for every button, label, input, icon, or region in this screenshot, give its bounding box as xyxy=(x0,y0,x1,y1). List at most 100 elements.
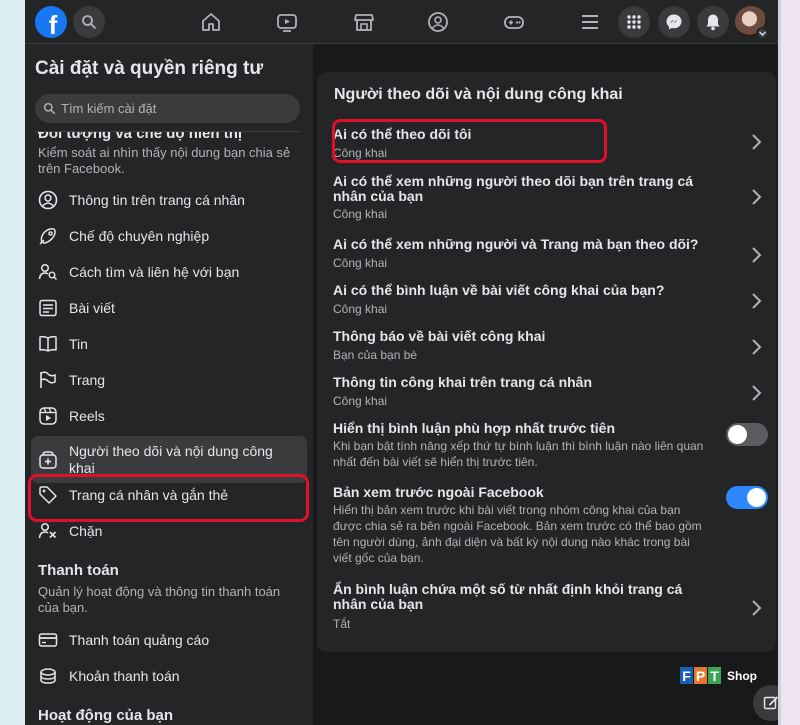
highlight-box-sidebar xyxy=(28,474,309,522)
gaming-icon xyxy=(504,16,524,29)
notifications-button[interactable] xyxy=(697,6,729,38)
posts-icon xyxy=(37,297,59,319)
setting-description: Hiển thị bản xem trước khi bài viết tron… xyxy=(333,503,702,565)
sidebar-item-label: Chế độ chuyên nghiệp xyxy=(69,227,210,244)
highlight-box-who-can-follow xyxy=(332,119,607,163)
reels-icon xyxy=(37,405,59,427)
sidebar-item-ad-payments[interactable]: Thanh toán quảng cáo xyxy=(31,623,307,657)
sidebar-item-label: Tin xyxy=(69,335,88,352)
setting-title: Bản xem trước ngoài Facebook xyxy=(333,484,544,500)
sidebar-item-find-contact[interactable]: Cách tìm và liên hệ với bạn xyxy=(31,255,307,289)
sidebar-item-pages[interactable]: Trang xyxy=(31,363,307,397)
settings-sidebar: Cài đặt và quyền riêng tư Đối tượng và c… xyxy=(25,44,313,725)
sidebar-title: Cài đặt và quyền riêng tư xyxy=(35,58,264,79)
section-heading-audience: Đối tượng và chế độ hiển thị xyxy=(38,132,243,142)
chevron-right-icon xyxy=(752,339,762,355)
setting-row-following-visibility[interactable]: Ai có thể xem những người và Trang mà bạ… xyxy=(317,234,776,274)
setting-value: Công khai xyxy=(333,302,388,316)
account-menu-badge[interactable] xyxy=(756,27,769,40)
setting-value: Tắt xyxy=(333,617,351,631)
toggle-switch-most-relevant[interactable] xyxy=(726,423,768,446)
sidebar-item-posts[interactable]: Bài viết xyxy=(31,291,307,325)
setting-value: Công khai xyxy=(333,207,388,221)
apps-button[interactable] xyxy=(618,6,650,38)
sidebar-item-label: Thanh toán quảng cáo xyxy=(69,631,210,648)
main-content: Người theo dõi và nội dung công khai Ai … xyxy=(313,44,778,725)
sidebar-item-label: Người theo dõi và nội dung công khai xyxy=(69,442,273,476)
messenger-icon xyxy=(666,14,682,30)
chevron-right-icon xyxy=(752,293,762,309)
sidebar-item-label: Cách tìm và liên hệ với bạn xyxy=(69,263,240,280)
section-description-payments: Quản lý hoạt động và thông tin thanh toá… xyxy=(38,584,281,615)
person-search-icon xyxy=(37,261,59,283)
stories-icon xyxy=(37,333,59,355)
payouts-icon xyxy=(37,665,59,687)
setting-value: Công khai xyxy=(333,394,388,408)
home-tab[interactable] xyxy=(197,8,225,36)
section-heading-payments: Thanh toán xyxy=(38,562,119,579)
panel-title: Người theo dõi và nội dung công khai xyxy=(334,86,623,103)
apps-grid-icon xyxy=(627,15,641,29)
professional-mode-icon xyxy=(37,225,59,247)
setting-title: Ai có thể bình luận về bài viết công kha… xyxy=(333,282,665,298)
chevron-right-icon xyxy=(752,247,762,263)
messenger-button[interactable] xyxy=(658,6,690,38)
sidebar-item-professional-mode[interactable]: Chế độ chuyên nghiệp xyxy=(31,219,307,253)
logo-letter: f xyxy=(48,10,58,38)
setting-title: Thông tin công khai trên trang cá nhân xyxy=(333,374,593,390)
setting-row-hide-comments-words[interactable]: Ẩn bình luận chứa một số từ nhất định kh… xyxy=(317,579,776,635)
sidebar-item-label: Reels xyxy=(69,407,105,424)
chevron-right-icon xyxy=(752,189,762,205)
page-scrollbar[interactable] xyxy=(778,0,781,725)
followers-public-icon xyxy=(37,449,59,471)
marketplace-icon xyxy=(354,14,374,31)
sidebar-item-payouts[interactable]: Khoản thanh toán xyxy=(31,659,307,693)
sidebar-item-profile-info[interactable]: Thông tin trên trang cá nhân xyxy=(31,183,307,217)
chevron-right-icon xyxy=(752,385,762,401)
top-navigation-bar: f xyxy=(25,0,778,44)
search-input[interactable] xyxy=(61,101,281,116)
search-button[interactable] xyxy=(73,6,105,38)
home-icon xyxy=(202,13,220,31)
new-message-button[interactable] xyxy=(753,685,778,721)
sidebar-item-stories[interactable]: Tin xyxy=(31,327,307,361)
menu-button[interactable] xyxy=(576,8,604,36)
watermark-letter: T xyxy=(708,667,721,684)
toggle-knob xyxy=(728,425,747,444)
menu-lines-icon xyxy=(582,15,598,29)
ad-payments-icon xyxy=(37,629,59,651)
sidebar-scroll-area[interactable]: Đối tượng và chế độ hiển thị Kiểm soát a… xyxy=(25,132,313,725)
notifications-icon xyxy=(706,14,720,31)
setting-title: Ai có thể xem những người và Trang mà bạ… xyxy=(333,236,699,252)
profile-icon xyxy=(37,189,59,211)
search-icon xyxy=(43,102,56,115)
settings-search[interactable] xyxy=(35,94,300,123)
watermark-letter: P xyxy=(694,667,707,684)
chevron-right-icon xyxy=(752,134,762,150)
section-heading-activity: Hoạt động của bạn xyxy=(38,707,173,724)
sidebar-item-label: Thông tin trên trang cá nhân xyxy=(69,191,245,208)
setting-row-followers-visibility[interactable]: Ai có thể xem những người theo dõi bạn t… xyxy=(317,172,776,224)
watch-tab[interactable] xyxy=(273,8,301,36)
sidebar-item-label: Bài viết xyxy=(69,299,115,316)
setting-row-most-relevant-comments: Hiển thị bình luận phù hợp nhất trước ti… xyxy=(317,418,776,474)
sidebar-item-reels[interactable]: Reels xyxy=(31,399,307,433)
setting-title: Thông báo về bài viết công khai xyxy=(333,328,546,344)
groups-tab[interactable] xyxy=(424,8,452,36)
setting-row-public-post-notifications[interactable]: Thông báo về bài viết công khai Bạn của … xyxy=(317,326,776,366)
setting-title: Ai có thể xem những người theo dõi bạn t… xyxy=(333,173,694,204)
chevron-down-icon xyxy=(759,31,766,36)
toggle-switch-off-facebook-preview[interactable] xyxy=(726,486,768,509)
setting-row-public-profile-info[interactable]: Thông tin công khai trên trang cá nhân C… xyxy=(317,372,776,412)
sidebar-item-label: Chặn xyxy=(69,522,103,539)
watermark-letter: F xyxy=(680,667,693,684)
facebook-settings-window: f Cài đặt và quyền riêng tư Tìm kiếm cài… xyxy=(25,0,778,725)
setting-title: Ẩn bình luận chứa một số từ nhất định kh… xyxy=(333,581,683,612)
marketplace-tab[interactable] xyxy=(350,8,378,36)
followers-settings-panel: Người theo dõi và nội dung công khai Ai … xyxy=(317,72,776,652)
section-description-audience: Kiểm soát ai nhìn thấy nội dung bạn chia… xyxy=(38,145,291,176)
watermark-shop: Shop xyxy=(727,668,757,683)
setting-row-public-post-comments[interactable]: Ai có thể bình luận về bài viết công kha… xyxy=(317,280,776,320)
gaming-tab[interactable] xyxy=(500,8,528,36)
facebook-logo[interactable]: f xyxy=(35,6,67,38)
